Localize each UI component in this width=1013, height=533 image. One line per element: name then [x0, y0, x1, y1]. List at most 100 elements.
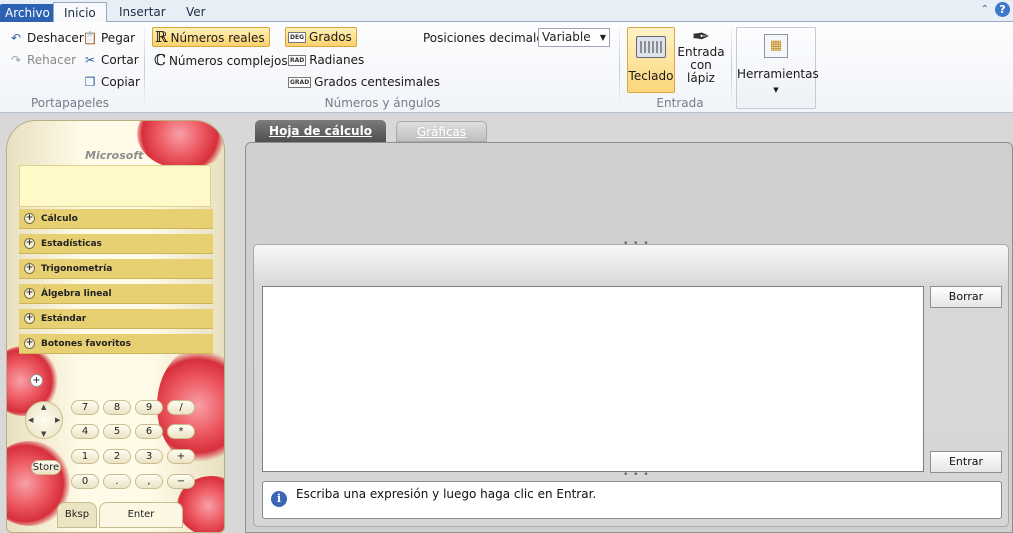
undo-label: Deshacer [27, 31, 84, 45]
radians-button[interactable]: RAD Radianes [288, 50, 364, 70]
key-1[interactable]: 1 [71, 449, 99, 464]
category-label: Álgebra lineal [41, 289, 112, 299]
flower-decoration [137, 121, 224, 169]
keyboard-label: Teclado [628, 69, 674, 83]
category-label: Estadísticas [41, 239, 102, 249]
key-5[interactable]: 5 [103, 424, 131, 439]
splitter-grip[interactable]: • • • [623, 470, 650, 480]
paste-button[interactable]: 📋 Pegar [82, 28, 136, 48]
pen-icon: ✒ [691, 25, 711, 50]
direction-pad[interactable]: ▲ ▼ ◀ ▶ [25, 401, 63, 439]
group-label-clipboard: Portapapeles [30, 96, 110, 110]
chevron-down-icon: ▼ [773, 86, 779, 94]
radians-label: Radianes [309, 53, 365, 67]
expand-icon: + [24, 288, 35, 299]
tools-icon: ▦ [764, 34, 788, 58]
category-estandar[interactable]: + Estándar [19, 309, 213, 329]
key-7[interactable]: 7 [71, 400, 99, 415]
pen-input-button[interactable]: ✒ Entrada con lápiz [676, 27, 726, 93]
complex-numbers-label: Números complejos [168, 54, 288, 68]
tools-label: Herramientas [737, 67, 819, 81]
key-8[interactable]: 8 [103, 400, 131, 415]
arrow-left-icon[interactable]: ◀ [28, 416, 33, 424]
ribbon-separator [731, 26, 732, 108]
tab-ver[interactable]: Ver [176, 2, 216, 23]
redo-icon: ↷ [10, 53, 22, 67]
rad-icon: RAD [288, 55, 307, 66]
minimize-ribbon-icon[interactable]: ⌃ [981, 4, 989, 15]
expand-icon: + [24, 238, 35, 249]
decimals-value: Variable [542, 30, 591, 44]
info-icon: i [271, 491, 287, 507]
scissors-icon: ✂ [84, 53, 96, 67]
key-3[interactable]: 3 [135, 449, 163, 464]
complex-numbers-icon: ℂ [154, 51, 166, 69]
cut-button[interactable]: ✂ Cortar [82, 50, 139, 70]
category-label: Estándar [41, 314, 87, 324]
grad-icon: GRAD [288, 77, 312, 88]
key-4[interactable]: 4 [71, 424, 99, 439]
tools-button[interactable]: ▦ Herramientas ▼ [736, 27, 819, 109]
category-calculo[interactable]: + Cálculo [19, 209, 213, 229]
paste-icon: 📋 [82, 31, 98, 45]
ribbon-separator [619, 26, 620, 108]
keyboard-button[interactable]: Teclado [627, 27, 675, 93]
group-label-input: Entrada [656, 96, 704, 110]
degrees-button[interactable]: DEG Grados [285, 27, 357, 47]
key-divide[interactable]: / [167, 400, 195, 415]
key-enter[interactable]: Enter [99, 502, 183, 528]
undo-button[interactable]: ↶ Deshacer [8, 28, 84, 48]
pen-input-label-2: con lápiz [687, 58, 715, 85]
category-label: Cálculo [41, 214, 78, 224]
ribbon-separator [144, 26, 145, 108]
category-estadisticas[interactable]: + Estadísticas [19, 234, 213, 254]
real-numbers-button[interactable]: ℝ Números reales [152, 27, 270, 47]
complex-numbers-button[interactable]: ℂ Números complejos [154, 50, 288, 70]
help-icon[interactable]: ? [995, 2, 1010, 17]
calculator-panel: Microsoft + Cálculo + Estadísticas + Trigon… [6, 120, 225, 533]
category-label: Botones favoritos [41, 339, 131, 349]
expand-icon: + [24, 313, 35, 324]
ribbon-tab-row: Archivo Inicio Insertar Ver ⌃ ? [0, 0, 1013, 23]
chevron-down-icon: ▼ [599, 33, 606, 42]
arrow-down-icon[interactable]: ▼ [41, 430, 46, 438]
decimals-select[interactable]: Variable ▼ [538, 28, 610, 47]
tab-worksheet[interactable]: Hoja de cálculo [255, 120, 386, 143]
key-6[interactable]: 6 [135, 424, 163, 439]
key-comma[interactable]: , [135, 474, 163, 489]
tab-archivo[interactable]: Archivo [0, 4, 55, 22]
gradians-label: Grados centesimales [314, 75, 441, 89]
tab-insertar[interactable]: Insertar [109, 2, 176, 23]
tab-graphs[interactable]: Gráficas [396, 121, 487, 142]
enter-button[interactable]: Entrar [930, 451, 1002, 473]
clear-button[interactable]: Borrar [930, 286, 1002, 308]
key-store[interactable]: Store [31, 460, 61, 475]
paste-label: Pegar [101, 31, 136, 45]
key-backspace[interactable]: Bksp [57, 502, 97, 528]
arrow-up-icon[interactable]: ▲ [41, 403, 46, 411]
key-0[interactable]: 0 [71, 474, 99, 489]
status-message: Escriba una expresión y luego haga clic … [296, 487, 597, 501]
arrow-right-icon[interactable]: ▶ [55, 416, 60, 424]
cut-label: Cortar [101, 53, 139, 67]
splitter-grip[interactable]: • • • [623, 239, 650, 249]
redo-button[interactable]: ↷ Rehacer [8, 50, 76, 70]
key-2[interactable]: 2 [103, 449, 131, 464]
calculator-brand: Microsoft [85, 149, 144, 162]
gradians-button[interactable]: GRAD Grados centesimales [288, 72, 440, 92]
real-numbers-icon: ℝ [155, 28, 168, 46]
key-decimal[interactable]: . [103, 474, 131, 489]
category-botones-favoritos[interactable]: + Botones favoritos [19, 334, 213, 354]
deg-icon: DEG [288, 32, 307, 43]
tab-inicio[interactable]: Inicio [53, 2, 107, 23]
expression-input[interactable] [262, 286, 924, 472]
key-plus[interactable]: + [167, 449, 195, 464]
copy-button[interactable]: ❐ Copiar [82, 72, 140, 92]
add-favorite-icon[interactable]: + [30, 374, 43, 387]
key-multiply[interactable]: * [167, 424, 195, 439]
key-9[interactable]: 9 [135, 400, 163, 415]
redo-label: Rehacer [27, 53, 77, 67]
category-trigonometria[interactable]: + Trigonometría [19, 259, 213, 279]
category-algebra-lineal[interactable]: + Álgebra lineal [19, 284, 213, 304]
key-minus[interactable]: − [167, 474, 195, 489]
